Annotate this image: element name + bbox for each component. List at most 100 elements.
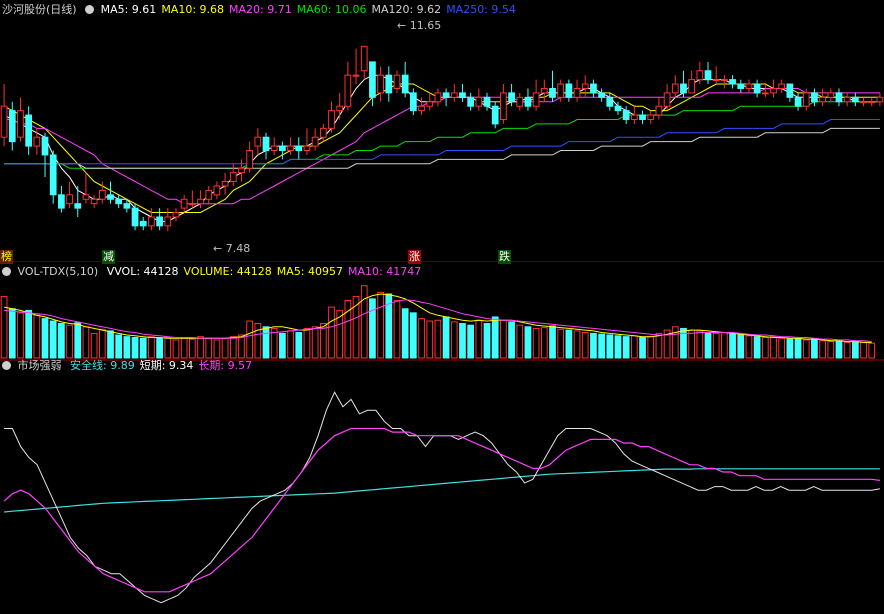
- volume-bar: [107, 330, 114, 359]
- settings-dot-icon[interactable]: [2, 361, 11, 370]
- candle-body: [328, 110, 335, 129]
- candle-body: [8, 110, 16, 143]
- volume-bar: [540, 327, 548, 359]
- volume-bar: [254, 323, 262, 359]
- indicator-title: 市场强弱: [17, 359, 62, 372]
- candle-body: [418, 105, 425, 112]
- volume-bar: [745, 335, 753, 359]
- indicator-legend-item: 长期: 9.57: [198, 359, 253, 372]
- volume-bar: [238, 334, 245, 359]
- ma-legend-item: MA60: 10.06: [296, 3, 367, 16]
- volume-bar: [532, 327, 540, 359]
- indicator-legend: 市场强弱 安全线: 9.89 短期: 9.34 长期: 9.57: [2, 358, 262, 374]
- volume-legend-item: VOLUME: 44128: [183, 265, 272, 278]
- candle-body: [557, 83, 565, 98]
- event-marker-fall[interactable]: 跌: [498, 250, 511, 264]
- volume-bar: [598, 333, 605, 359]
- candle: [311, 128, 319, 151]
- candle-body: [573, 87, 581, 98]
- candle-body: [180, 198, 188, 209]
- candle: [319, 123, 327, 142]
- volume-bar: [843, 341, 851, 359]
- candle-body: [680, 83, 687, 94]
- candle-body: [434, 92, 442, 103]
- event-marker-reduce[interactable]: 减: [102, 250, 115, 264]
- candle-body: [409, 92, 417, 112]
- candle-body: [17, 110, 24, 138]
- candle: [377, 66, 384, 102]
- candle-body: [352, 74, 360, 77]
- candle: [655, 97, 663, 120]
- candle-body: [344, 74, 352, 107]
- candle: [115, 194, 123, 209]
- candle: [41, 132, 49, 178]
- candle-body: [295, 145, 303, 152]
- volume-bar: [8, 308, 16, 359]
- candle-body: [598, 92, 605, 98]
- settings-dot-icon[interactable]: [85, 5, 95, 14]
- volume-bar: [434, 319, 442, 359]
- candle: [221, 172, 229, 195]
- candle: [467, 92, 475, 111]
- candle: [851, 92, 859, 107]
- volume-bar: [516, 324, 524, 359]
- candle: [295, 137, 303, 160]
- volume-bar: [500, 319, 507, 359]
- candle: [827, 88, 835, 102]
- price-chart[interactable]: [0, 0, 884, 262]
- candle: [164, 208, 172, 232]
- candle-body: [532, 92, 540, 107]
- candle: [385, 66, 393, 102]
- candle-body: [647, 114, 655, 120]
- candle: [90, 194, 98, 209]
- volume-bar: [761, 336, 769, 359]
- candle: [688, 70, 696, 94]
- candle: [729, 75, 736, 89]
- candle-body: [41, 136, 49, 156]
- volume-legend-item: MA10: 41747: [348, 265, 422, 278]
- candle-body: [360, 45, 368, 72]
- candle: [483, 92, 491, 111]
- candle: [156, 208, 163, 231]
- candle: [287, 137, 294, 155]
- volume-legend-item: VVOL: 44128: [106, 265, 179, 278]
- volume-bar: [467, 324, 475, 359]
- candle: [139, 216, 147, 231]
- candle: [778, 79, 786, 93]
- event-marker-bang[interactable]: 榜: [0, 250, 13, 264]
- candle-body: [262, 136, 270, 152]
- candle: [811, 88, 818, 107]
- volume-bar: [426, 320, 434, 359]
- volume-bar: [483, 323, 491, 359]
- candle-body: [115, 198, 123, 205]
- candle: [606, 92, 614, 111]
- event-marker-rise[interactable]: 涨: [408, 250, 421, 264]
- settings-dot-icon[interactable]: [2, 267, 11, 276]
- volume-bar: [131, 336, 139, 359]
- candle: [639, 110, 646, 124]
- volume-bar: [393, 300, 401, 359]
- volume-bar: [778, 337, 786, 359]
- volume-bar: [680, 327, 687, 359]
- volume-legend: VOL-TDX(5,10) VVOL: 44128 VOLUME: 44128 MA…: [2, 264, 431, 280]
- candle: [279, 141, 286, 160]
- candle: [262, 132, 270, 160]
- candle: [532, 79, 540, 111]
- volume-bar: [475, 319, 483, 359]
- candle-body: [606, 96, 614, 107]
- indicator-chart[interactable]: [0, 360, 884, 614]
- volume-bar: [58, 323, 65, 359]
- candle: [25, 106, 33, 155]
- candle-body: [860, 101, 867, 104]
- candle-body: [0, 105, 8, 138]
- volume-bar: [360, 285, 368, 359]
- volume-bar: [369, 298, 376, 359]
- candle-body: [90, 198, 98, 205]
- volume-bar: [123, 336, 131, 359]
- candle: [393, 70, 401, 93]
- candle: [704, 61, 712, 85]
- volume-bar: [303, 327, 311, 359]
- volume-bar: [606, 334, 614, 359]
- candle: [500, 84, 507, 124]
- volume-bar: [49, 320, 57, 359]
